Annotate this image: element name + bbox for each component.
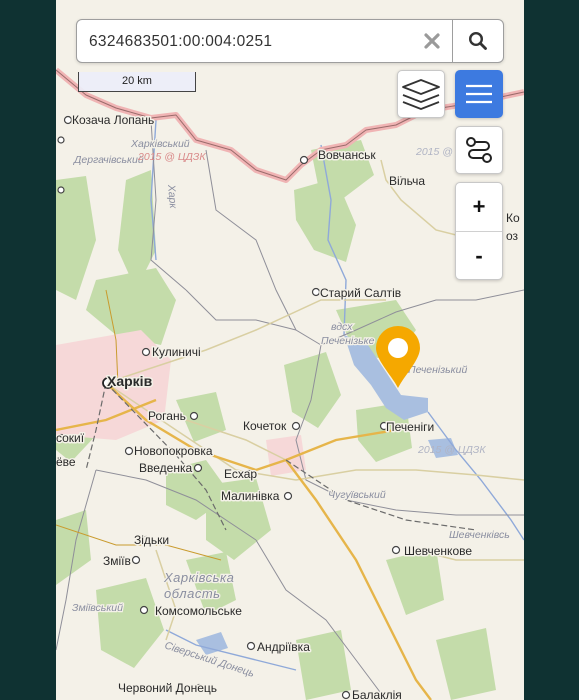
map-canvas[interactable]: Харківський Дергачівський Харк Печенізьк… [56, 0, 524, 700]
scale-label: 20 km [122, 75, 152, 87]
watermark-label: 2015 @ ЦДЗК [137, 151, 206, 163]
close-icon [424, 33, 440, 49]
place-label: Андріївка [257, 640, 310, 654]
map-viewport[interactable]: Харківський Дергачівський Харк Печенізьк… [56, 0, 524, 700]
route-icon [466, 137, 492, 163]
clear-search-button[interactable] [417, 26, 447, 56]
menu-button[interactable] [455, 70, 503, 118]
place-label: Комсомольське [155, 604, 242, 618]
region-label: вдсх [331, 321, 353, 333]
region-label: область [164, 586, 220, 601]
region-label: Зміївський [72, 602, 123, 614]
route-button[interactable] [455, 126, 503, 174]
layers-icon [402, 79, 440, 110]
region-label: Печенізьке [321, 335, 375, 347]
place-label: ёве [56, 455, 76, 469]
region-label: Харк [165, 183, 179, 210]
place-label: Шевченкове [404, 544, 472, 558]
place-label: Харків [107, 373, 153, 389]
place-label: Вільча [389, 174, 425, 188]
place-label: Кочеток [243, 419, 287, 433]
search-button[interactable] [452, 20, 503, 62]
place-label: Рогань [148, 409, 186, 423]
place-label: Ко [506, 211, 520, 225]
place-label: Кулиничі [152, 345, 201, 359]
place-label: Козача Лопань [72, 113, 154, 127]
region-label: Чугуївський [328, 489, 386, 501]
zoom-out-button[interactable]: - [456, 232, 502, 279]
region-label: Харківська [163, 570, 234, 585]
layers-button[interactable] [397, 70, 445, 118]
region-label: Шевченківсь [449, 529, 510, 541]
place-label: Вовчанськ [318, 148, 376, 162]
place-label: Старий Салтів [320, 286, 401, 300]
search-input[interactable] [87, 28, 411, 56]
search-icon [468, 31, 487, 50]
place-label: Червоний Донець [118, 681, 217, 695]
watermark-label: 2015 @ ЦДЗК [417, 444, 486, 456]
place-label: Печеніги [386, 420, 434, 434]
zoom-controls: + - [455, 182, 503, 280]
region-label: Харківський [130, 138, 190, 150]
place-label: Зміїв [103, 554, 131, 568]
scale-bar: 20 km [78, 72, 196, 92]
region-label: Печенізький [408, 364, 467, 376]
place-label: Введенка [139, 461, 192, 475]
place-label: Малинівка [221, 489, 280, 503]
place-label: Есхар [224, 467, 257, 481]
place-label: Балаклія [352, 688, 402, 700]
place-label: оз [506, 229, 519, 243]
place-label: Новопокровка [134, 444, 213, 458]
place-label: сокиї [56, 431, 85, 445]
zoom-in-button[interactable]: + [456, 183, 502, 232]
search-bar [76, 19, 504, 63]
region-label: Дергачівський [73, 154, 144, 166]
hamburger-menu-icon [466, 84, 492, 104]
place-label: Зідьки [134, 533, 169, 547]
